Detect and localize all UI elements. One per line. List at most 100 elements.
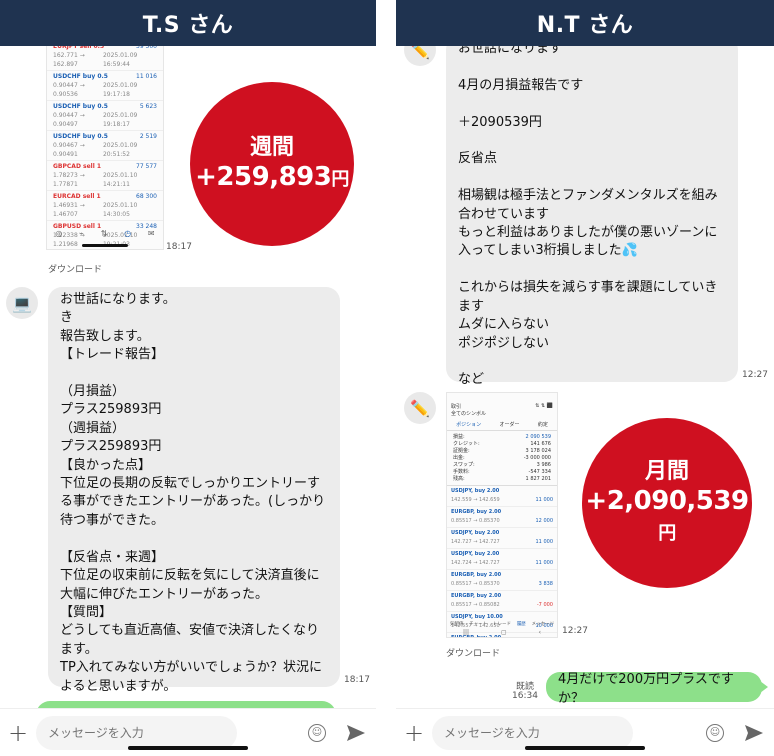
summary-row: スワップ: 3 986 [447,462,557,469]
chat-panel-right: N.T さん ✏️ お世話になります 4月の月損益報告です ＋2090539円 … [396,0,774,756]
summary-key: 手数料: [453,469,470,475]
trade-row: GBPCAD sell 1 77 577 1.78273 → 1.77871 2025… [47,161,163,191]
trade-row-bottom: 1.46931 → 1.46707 2025.01.10 14:30:05 [53,201,157,219]
badge-label: 月間 [644,458,689,484]
message-input[interactable] [36,715,237,750]
trade-row-bottom: 0.90467 → 0.90491 2025.01.09 20:51:52 [53,141,157,159]
trade-symbol: USDJPY, buy 2.00 [451,488,500,494]
plus-icon[interactable]: + [0,719,36,747]
trade-symbol: EURCAD sell 1 [53,193,101,200]
message-bubble: お世話になります。 き 報告致します。 【トレード報告】 （月損益） プラス25… [48,287,340,694]
screenshot-nav-item: 履歴 [516,622,526,627]
monthly-profit-badge: 月間 +2,090,539円 [582,418,752,588]
trade-row-top: EURGBP, buy 2.00 [451,592,553,601]
trade-symbol: USDCHF buy 0.5 [53,133,108,140]
trade-value: 5 623 [139,103,157,110]
trade-row-bottom: 142.724 → 142.727 11 000 [451,559,553,568]
trade-history-screenshot[interactable]: 取引 全てのシンボル ⇅ ⇅ ⬛ ポジション オーダー 約定 損益: 2 090 539… [446,392,558,638]
chat-header: N.T さん [396,0,774,46]
summary-value: 1 827 201 [525,476,551,482]
trade-date: 2025.01.09 16:59:44 [102,52,138,68]
partial-reply-bubble [36,701,336,708]
trade-value: 11 016 [136,73,157,80]
pencil-icon: ✏️ [410,398,430,418]
summary-value: -547 334 [528,469,551,475]
trade-date: 2025.01.09 19:17:18 [102,82,138,98]
avatar[interactable]: 💻 [6,287,38,319]
summary-row: クレジット: 141 676 [447,441,557,448]
trade-price: 0.85517 → 0.85370 [451,581,500,587]
trade-value: 11 000 [535,560,554,566]
trade-price: 142.724 → 142.727 [451,560,500,566]
plus-icon[interactable]: + [396,719,432,747]
screenshot-nav-item: 気配値 [449,622,464,627]
trade-row: EURJPY sell 0.5 39 500 162.771 → 162.897 20… [47,46,163,71]
trade-value: 68 300 [136,193,157,200]
chat-area[interactable]: EURJPY sell 0.5 39 500 162.771 → 162.897 20… [0,46,376,708]
trade-price: 0.85517 → 0.85082 [451,602,500,608]
trade-row-bottom: 142.559 → 142.659 11 000 [451,496,553,505]
trade-history-screenshot[interactable]: EURJPY sell 0.5 39 500 162.771 → 162.897 20… [46,46,164,250]
trade-date: 2025.01.09 20:51:52 [102,142,138,158]
trade-row: USDCHF buy 0.5 5 623 0.90447 → 0.90497 2025… [47,101,163,131]
screenshot-tab: オーダー [499,422,520,428]
divider [376,0,396,756]
summary-row: 証拠金: 3 178 024 [447,448,557,455]
trade-row-top: USDJPY, buy 2.00 [451,550,553,559]
trade-symbol: GBPCAD sell 1 [53,163,102,170]
avatar[interactable]: ✏️ [404,46,436,66]
message-input-bar: + ☺ [396,708,774,756]
message-input[interactable] [432,715,633,750]
trade-row-bottom: 142.727 → 142.727 11 000 [451,538,553,547]
reply-bubble: 4月だけで200万円プラスですか？ [546,672,768,706]
summary-key: 損益: [453,434,465,440]
trade-price: 0.90467 → 0.90491 [53,142,85,158]
summary-value: -3 000 000 [523,455,551,461]
smiley-icon[interactable]: ☺ [308,723,326,742]
badge-amount: +2,090,539円 [585,485,749,544]
trade-symbol: EURGBP, buy 2.00 [451,509,502,515]
screenshot-tab: ポジション [456,422,482,428]
app-nav-bar: ◎ ⌁ ⇅ ◷ ✉ [55,228,155,238]
smiley-icon[interactable]: ☺ [706,723,724,742]
trade-value: 11 000 [535,539,554,545]
avatar[interactable]: ✏️ [404,392,436,424]
chat-header: T.S さん [0,0,376,46]
badge-label: 週間 [249,134,294,160]
summary-value: 3 986 [536,462,551,468]
trade-price: 0.90447 → 0.90536 [53,82,85,98]
trade-symbol: EURGBP, buy 2.00 [451,572,502,578]
trade-row-top: USDCHF buy 0.5 2 519 [53,132,157,141]
send-icon[interactable] [336,724,376,742]
trade-row-top: USDJPY, buy 2.00 [451,529,553,538]
trade-value: 3 838 [538,581,553,587]
trade-symbol: USDJPY, buy 2.00 [451,551,500,557]
trade-value: 12 000 [535,518,554,524]
summary-key: 出金: [453,455,465,461]
laptop-icon: 💻 [12,293,32,313]
trade-row-top: EURGBP, buy 2.00 [451,571,553,580]
summary-row: 損益: 2 090 539 [447,434,557,441]
message-input-bar: + ☺ [0,708,376,756]
screenshot-tab: 約定 [537,422,548,428]
send-icon[interactable] [734,724,774,742]
home-indicator [128,746,248,750]
download-label[interactable]: ダウンロード [48,262,102,275]
timestamp: 12:27 [742,370,768,380]
chat-area[interactable]: ✏️ お世話になります 4月の月損益報告です ＋2090539円 反省点 相場観… [396,46,774,708]
screenshot-nav-item: メッセージ [531,622,555,627]
trade-row-top: USDCHF buy 0.5 5 623 [53,102,157,111]
trade-row: EURGBP, buy 2.00 0.85517 → 0.85082 -7 000 [447,591,557,612]
trade-row-top: EURGBP, buy 2.00 [451,508,553,517]
trade-row-bottom: 0.90447 → 0.90497 2025.01.09 19:18:17 [53,111,157,129]
timestamp: 18:17 [166,242,192,252]
timestamp: 16:34 [512,691,538,701]
download-label[interactable]: ダウンロード [446,646,500,659]
trade-row-bottom: 0.90447 → 0.90536 2025.01.09 19:17:18 [53,81,157,99]
trade-value: -7 000 [536,602,553,608]
trade-row: USDCHF buy 0.5 11 016 0.90447 → 0.90536 202… [47,71,163,101]
trade-symbol: EURGBP, buy 2.00 [451,593,502,599]
trade-row: EURGBP, buy 2.00 0.85517 → 0.85370 3 838 [447,570,557,591]
summary-key: クレジット: [453,441,480,447]
summary-row: 残高: 1 827 201 [447,476,557,483]
